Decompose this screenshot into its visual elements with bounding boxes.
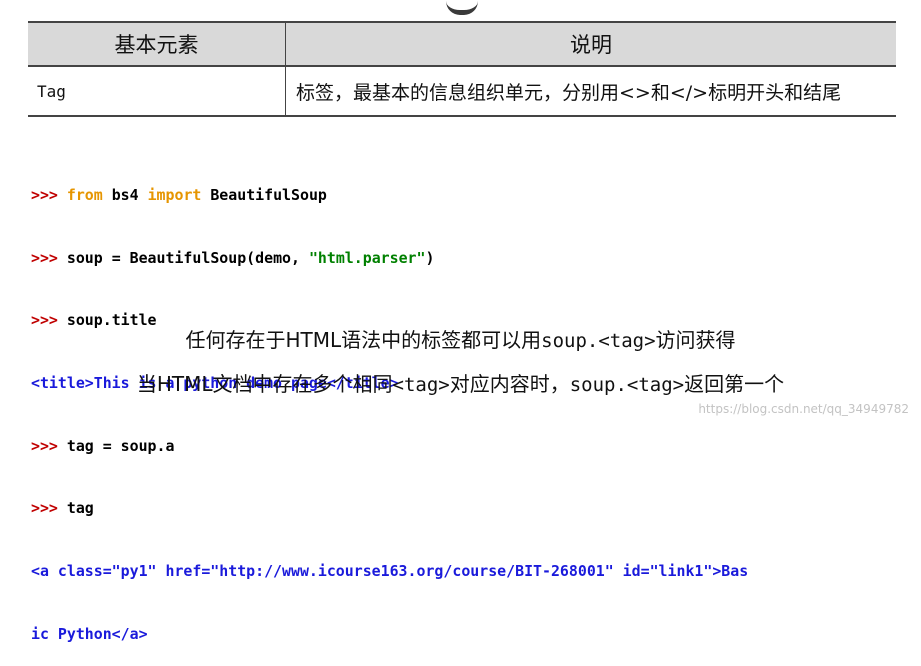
note-code: <tag> <box>392 374 450 396</box>
code-output-a-line2: ic Python</a> <box>31 624 148 643</box>
note-text: 任何存在于HTML语法中的标签都可以用 <box>185 328 542 352</box>
table-header-row: 基本元素 说明 <box>28 21 896 67</box>
code-text: ) <box>425 248 435 267</box>
cell-element-tag: Tag <box>28 66 286 117</box>
note-text: 对应内容时， <box>449 372 570 396</box>
note-line-1: 任何存在于HTML语法中的标签都可以用soup.<tag>访问获得 <box>0 324 921 353</box>
header-description: 说明 <box>285 21 896 67</box>
note-text: 返回第一个 <box>684 372 785 396</box>
code-line-tag: >>> tag <box>31 498 901 519</box>
keyword-from: from <box>66 185 103 204</box>
header-basic-element: 基本元素 <box>28 21 286 67</box>
prompt: >>> <box>31 248 67 267</box>
prompt: >>> <box>31 436 67 455</box>
code-output-a-line1: <a class="py1" href="http://www.icourse1… <box>31 562 749 581</box>
code-text: bs4 <box>102 185 148 204</box>
prompt: >>> <box>31 499 67 518</box>
note-code: soup.<tag> <box>541 330 656 352</box>
prompt: >>> <box>31 185 67 204</box>
note-line-2: 当HTML文档中存在多个相同<tag>对应内容时，soup.<tag>返回第一个 <box>0 368 921 397</box>
top-decoration <box>446 0 478 15</box>
code-string: "html.parser" <box>308 248 426 267</box>
note-code: soup.<tag> <box>569 374 685 396</box>
footer-watermark-link: https://blog.csdn.net/qq_34949782 <box>698 402 909 416</box>
note-text: 当HTML文档中存在多个相同 <box>136 372 393 396</box>
code-line-soup: >>> soup = BeautifulSoup(demo, "html.par… <box>31 248 901 269</box>
keyword-import: import <box>147 185 202 204</box>
table-row: Tag 标签，最基本的信息组织单元，分别用<>和</>标明开头和结尾 <box>28 66 896 117</box>
cell-element-description: 标签，最基本的信息组织单元，分别用<>和</>标明开头和结尾 <box>285 66 896 117</box>
code-text: BeautifulSoup <box>201 185 327 204</box>
code-text: tag = soup.a <box>66 436 175 455</box>
code-line-tag-assign: >>> tag = soup.a <box>31 436 901 457</box>
note-text: 访问获得 <box>655 328 736 352</box>
code-line-import: >>> from bs4 import BeautifulSoup <box>31 185 901 206</box>
code-text: tag <box>66 499 94 518</box>
element-table: 基本元素 说明 Tag 标签，最基本的信息组织单元，分别用<>和</>标明开头和… <box>28 21 896 117</box>
code-text: soup = BeautifulSoup(demo, <box>66 248 309 267</box>
